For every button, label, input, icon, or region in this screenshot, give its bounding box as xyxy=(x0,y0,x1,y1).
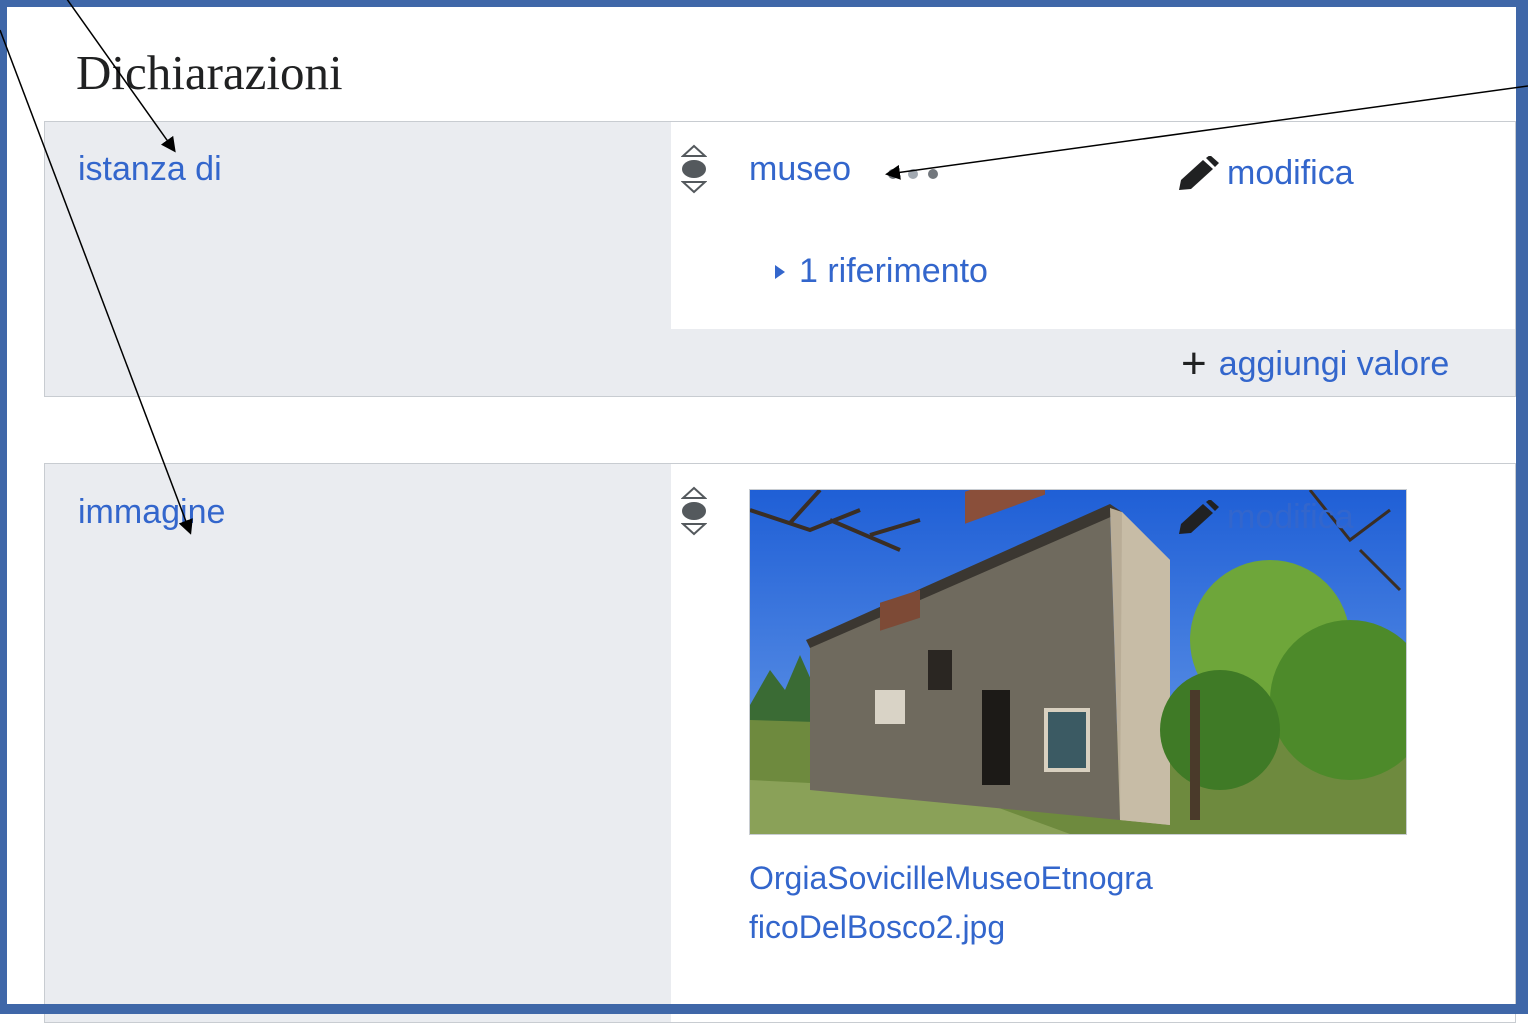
museum-building-photo xyxy=(750,490,1406,834)
statement-value-area: museo modifica 1 riferimento xyxy=(671,122,1515,329)
section-heading: Dichiarazioni xyxy=(76,45,343,100)
file-name-link[interactable]: OrgiaSovicilleMuseoEtnograficoDelBosco2.… xyxy=(749,854,1159,952)
edit-label: modifica xyxy=(1227,498,1354,536)
expand-triangle-icon xyxy=(775,264,785,279)
references-label: 1 riferimento xyxy=(799,252,988,290)
edit-button[interactable]: modifica xyxy=(1175,498,1354,537)
statement-group-image: immagine modifica OrgiaSovicilleMuseoEtn… xyxy=(44,463,1516,1023)
rank-normal-icon[interactable] xyxy=(681,486,707,536)
references-toggle[interactable]: 1 riferimento xyxy=(775,252,988,291)
statement-value-link[interactable]: museo xyxy=(749,150,851,189)
edit-button[interactable]: modifica xyxy=(1175,154,1354,193)
edit-label: modifica xyxy=(1227,154,1354,192)
add-value-button[interactable]: + aggiungi valore xyxy=(1181,342,1449,386)
statement-group-instance-of: istanza di museo modifica 1 riferimento … xyxy=(44,121,1516,397)
plus-icon: + xyxy=(1181,339,1207,388)
image-thumbnail[interactable] xyxy=(749,489,1407,835)
property-link-image[interactable]: immagine xyxy=(78,493,225,532)
add-value-label: aggiungi valore xyxy=(1218,344,1450,383)
pencil-icon xyxy=(1179,155,1219,190)
rank-normal-icon[interactable] xyxy=(681,144,707,194)
more-dots-icon xyxy=(888,169,938,179)
property-link-instance-of[interactable]: istanza di xyxy=(78,150,222,189)
statement-value-area: modifica OrgiaSovicilleMuseoEtnograficoD… xyxy=(671,464,1515,1022)
pencil-icon xyxy=(1179,499,1219,534)
